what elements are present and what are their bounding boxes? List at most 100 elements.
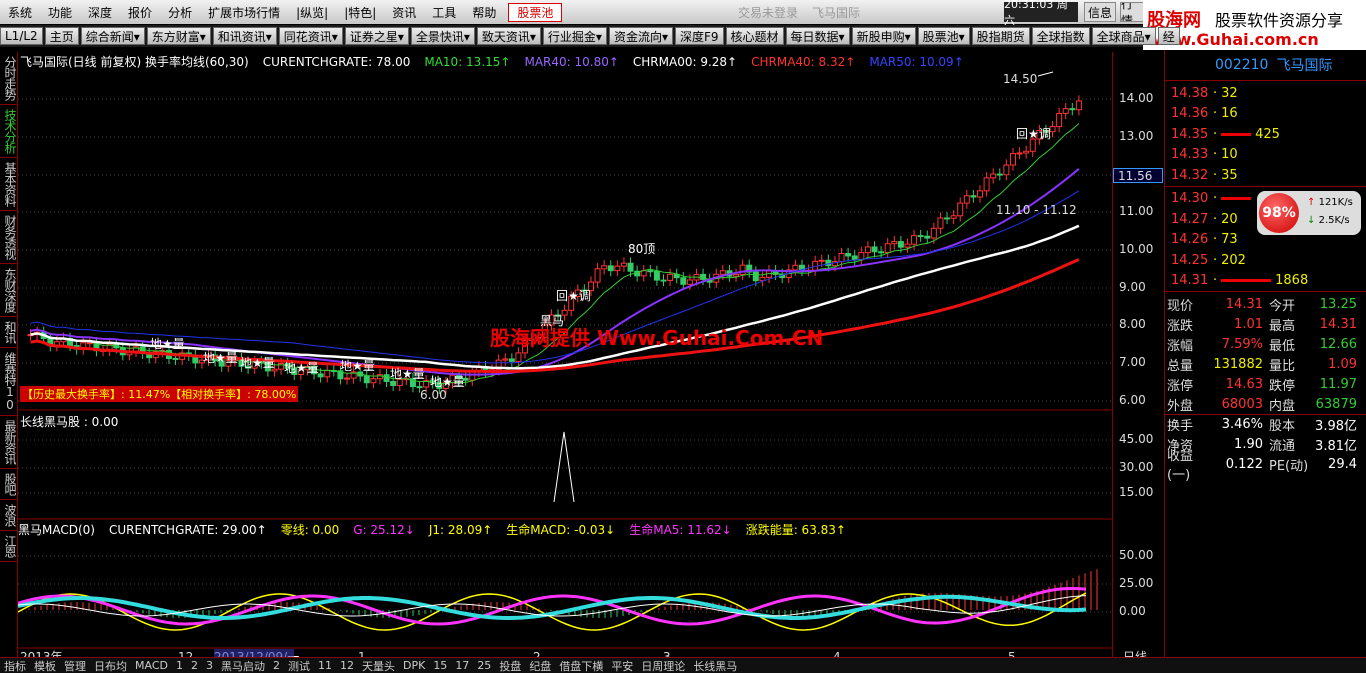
- toolbar-item-8[interactable]: 行业掘金▾: [542, 27, 607, 45]
- indicator-tab-13[interactable]: 天量头: [358, 658, 399, 673]
- left-tab-6[interactable]: 维赛特10: [0, 348, 18, 416]
- toolbar-item-17[interactable]: 全球商品▾: [1091, 27, 1156, 45]
- menu-item-3[interactable]: 报价: [120, 4, 160, 21]
- toolbar-item-13[interactable]: 新股申购▾: [851, 27, 916, 45]
- candle-body: [614, 265, 621, 272]
- indicator-tab-0[interactable]: 指标: [0, 658, 30, 673]
- toolbar-item-0[interactable]: 主页: [44, 27, 79, 45]
- candle-body: [172, 357, 179, 360]
- quote-key: PE(动): [1269, 458, 1309, 474]
- toolbar-item-11[interactable]: 核心题材: [725, 27, 784, 45]
- order-dot: ·: [1213, 167, 1218, 183]
- toolbar-item-4[interactable]: 同花资讯▾: [278, 27, 343, 45]
- info-button[interactable]: 信息: [1084, 2, 1116, 22]
- indicator-tab-14[interactable]: DPK: [399, 659, 429, 672]
- toolbar-item-12[interactable]: 每日数据▾: [785, 27, 850, 45]
- indicator-tab-17[interactable]: 25: [473, 659, 495, 672]
- menu-item-1[interactable]: 功能: [40, 4, 80, 21]
- left-tab-3[interactable]: 财务透视: [0, 211, 18, 264]
- quote-key: 涨停: [1167, 378, 1194, 394]
- toolbar-item-16[interactable]: 全球指数: [1031, 27, 1090, 45]
- indicator-tab-21[interactable]: 平安: [607, 658, 637, 673]
- x-axis-label: 12: [178, 650, 193, 657]
- indicator-tab-18[interactable]: 投盘: [495, 658, 525, 673]
- indicator-tab-15[interactable]: 15: [429, 659, 451, 672]
- toolbar-item-5[interactable]: 证券之星▾: [344, 27, 409, 45]
- left-tab-5[interactable]: 和讯: [0, 317, 18, 348]
- order-dot: ·: [1213, 232, 1218, 248]
- toolbar-item-15[interactable]: 股指期货: [971, 27, 1030, 45]
- indicator-tab-2[interactable]: 管理: [60, 658, 90, 673]
- toolbar-item-6[interactable]: 全景快讯▾: [410, 27, 475, 45]
- chart-area[interactable]: 14.50 6.00 11.10 - 11.12 80顶 回★调 回★调 黑马 地★量 地★量地…: [18, 52, 1112, 657]
- indicator-tab-7[interactable]: 3: [202, 659, 217, 672]
- high-pointer-arrow: [1037, 71, 1054, 77]
- asks-row[interactable]: 14.33 · 10: [1165, 145, 1366, 166]
- indicator-tab-3[interactable]: 日布均: [90, 658, 131, 673]
- quote-button[interactable]: 行情: [1120, 2, 1144, 22]
- indicator-tab-6[interactable]: 2: [187, 659, 202, 672]
- y-tick: 14.00: [1119, 91, 1154, 105]
- toolbar-item-7[interactable]: 致天资讯▾: [476, 27, 541, 45]
- indicator-tab-1[interactable]: 模板: [30, 658, 60, 673]
- indicator-tab-11[interactable]: 11: [314, 659, 336, 672]
- left-tab-9[interactable]: 波浪: [0, 500, 18, 531]
- left-tab-7[interactable]: 最新资讯: [0, 416, 18, 469]
- level-toggle[interactable]: L1/L2: [0, 27, 43, 45]
- left-tab-10[interactable]: 江恩: [0, 531, 18, 562]
- menu-item-10[interactable]: 帮助: [464, 4, 504, 21]
- left-tab-0[interactable]: 分时走势: [0, 52, 18, 105]
- candle-body: [686, 279, 693, 285]
- menu-item-6[interactable]: |纵览|: [288, 4, 336, 21]
- bid-book: 14.30 · 14.27 · 20 14.26 · 73 14.25 · 202 98% ↑ 12…: [1165, 185, 1366, 292]
- candle-body: [370, 378, 377, 384]
- indicator-tab-12[interactable]: 12: [336, 659, 358, 672]
- indicator-tab-9[interactable]: 2: [269, 659, 284, 672]
- panel2-header: 长线黑马股 : 0.00: [20, 413, 124, 430]
- quote-value: 14.31: [1319, 316, 1357, 332]
- left-tab-8[interactable]: 股吧: [0, 469, 18, 500]
- left-tab-2[interactable]: 基本资料: [0, 158, 18, 211]
- indicator-tab-19[interactable]: 纪盘: [525, 658, 555, 673]
- toolbar-item-2[interactable]: 东方财富▾: [146, 27, 211, 45]
- asks-row[interactable]: 14.35 · 425: [1165, 124, 1366, 145]
- indicator-tab-5[interactable]: 1: [172, 659, 187, 672]
- candle-body: [317, 373, 324, 378]
- bids-row[interactable]: 14.25 · 202: [1165, 250, 1366, 271]
- indicator-tab-8[interactable]: 黑马启动: [217, 658, 269, 673]
- menu-item-9[interactable]: 工具: [424, 4, 464, 21]
- candle-body: [383, 374, 390, 382]
- toolbar-item-10[interactable]: 深度F9: [674, 27, 724, 45]
- menu-item-4[interactable]: 分析: [160, 4, 200, 21]
- asks-row[interactable]: 14.38 · 32: [1165, 83, 1366, 104]
- toolbar-item-18[interactable]: 经: [1157, 27, 1180, 45]
- indicator-tab-4[interactable]: MACD: [131, 659, 172, 672]
- menu-item-7[interactable]: |特色|: [336, 4, 384, 21]
- toolbar-item-1[interactable]: 综合新闻▾: [80, 27, 145, 45]
- turnover-history-label: 【历史最大换手率】: 11.47%【相对换手率】: 78.00%: [20, 386, 299, 402]
- bids-row[interactable]: 14.31 · 1868: [1165, 271, 1366, 292]
- indicator-tab-23[interactable]: 长线黑马: [689, 658, 741, 673]
- left-tab-4[interactable]: 东财深度: [0, 264, 18, 317]
- toolbar-item-14[interactable]: 股票池▾: [917, 27, 970, 45]
- indicator-tab-22[interactable]: 日周理论: [637, 658, 689, 673]
- menu-item-0[interactable]: 系统: [0, 4, 40, 21]
- order-bar: [1221, 279, 1272, 283]
- stock-pool-menu[interactable]: 股票池: [508, 2, 563, 22]
- order-price: 14.35: [1171, 126, 1209, 142]
- macd-value: 生命MACD: -0.03↓: [506, 523, 616, 537]
- toolbar-item-3[interactable]: 和讯资讯▾: [212, 27, 277, 45]
- main-chart-title: 飞马国际(日线 前复权) 换手率均线(60,30): [20, 55, 249, 69]
- menu-item-8[interactable]: 资讯: [384, 4, 424, 21]
- left-tab-1[interactable]: 技术分析: [0, 105, 18, 158]
- asks-row[interactable]: 14.36 · 16: [1165, 104, 1366, 125]
- candle-body: [983, 177, 990, 192]
- asks-row[interactable]: 14.32 · 35: [1165, 165, 1366, 186]
- toolbar-item-9[interactable]: 资金流向▾: [608, 27, 673, 45]
- speed-gauge: 98% ↑ 121K/s ↓ 2.5K/s: [1257, 190, 1361, 235]
- menu-item-2[interactable]: 深度: [80, 4, 120, 21]
- indicator-tab-16[interactable]: 17: [451, 659, 473, 672]
- indicator-tab-20[interactable]: 借盘下横: [555, 658, 607, 673]
- indicator-tab-10[interactable]: 测试: [284, 658, 314, 673]
- menu-item-5[interactable]: 扩展市场行情: [200, 4, 288, 21]
